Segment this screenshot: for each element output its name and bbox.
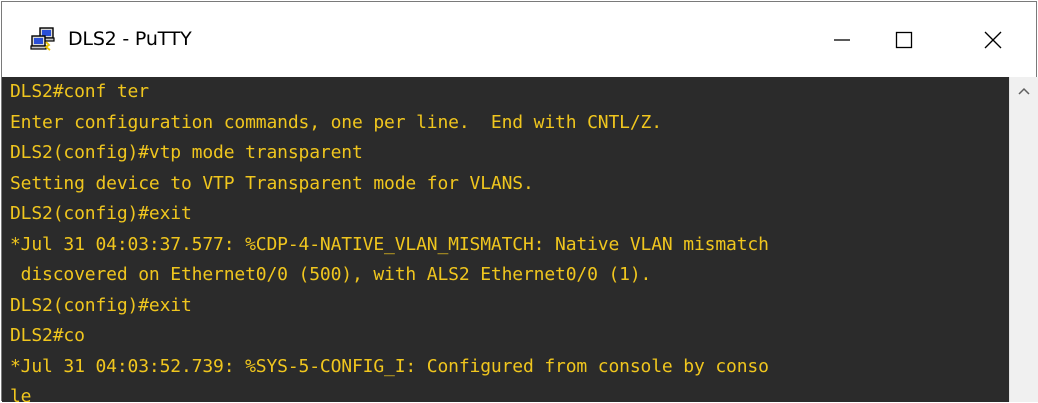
chevron-up-icon	[1018, 87, 1030, 95]
terminal-line: DLS2(config)#exit	[10, 203, 192, 224]
close-button[interactable]	[948, 2, 1038, 77]
terminal-line: discovered on Ethernet0/0 (500), with AL…	[10, 264, 652, 285]
title-bar[interactable]: DLS2 - PuTTY	[2, 2, 1036, 77]
terminal-line: DLS2(config)#exit	[10, 294, 192, 316]
scroll-up-button[interactable]	[1010, 77, 1038, 105]
maximize-button[interactable]	[874, 2, 934, 77]
terminal-lines: DLS2#conf ter Enter configuration command…	[2, 77, 1009, 402]
terminal-line: le	[10, 386, 32, 402]
minimize-button[interactable]	[812, 2, 872, 77]
putty-computers-icon[interactable]	[30, 27, 56, 51]
putty-window: DLS2 - PuTTY DLS2#conf ter Enter configur…	[1, 1, 1038, 402]
terminal-line: *Jul 31 04:03:37.577: %CDP-4-NATIVE_VLAN…	[10, 233, 769, 255]
terminal-line: DLS2(config)#vtp mode transparent	[10, 142, 363, 163]
terminal-line: DLS2#co	[10, 325, 85, 346]
terminal-line: DLS2#conf ter	[10, 81, 149, 102]
terminal-output[interactable]: DLS2#conf ter Enter configuration command…	[2, 77, 1009, 402]
minimize-icon	[834, 38, 850, 41]
terminal-line: Enter configuration commands, one per li…	[10, 111, 662, 133]
terminal-line: Setting device to VTP Transparent mode f…	[10, 172, 534, 194]
terminal-line: *Jul 31 04:03:52.739: %SYS-5-CONFIG_I: C…	[10, 355, 769, 377]
maximize-icon	[895, 31, 913, 48]
vertical-scrollbar[interactable]	[1009, 77, 1038, 402]
close-icon	[984, 31, 1002, 48]
window-title: DLS2 - PuTTY	[68, 28, 192, 50]
